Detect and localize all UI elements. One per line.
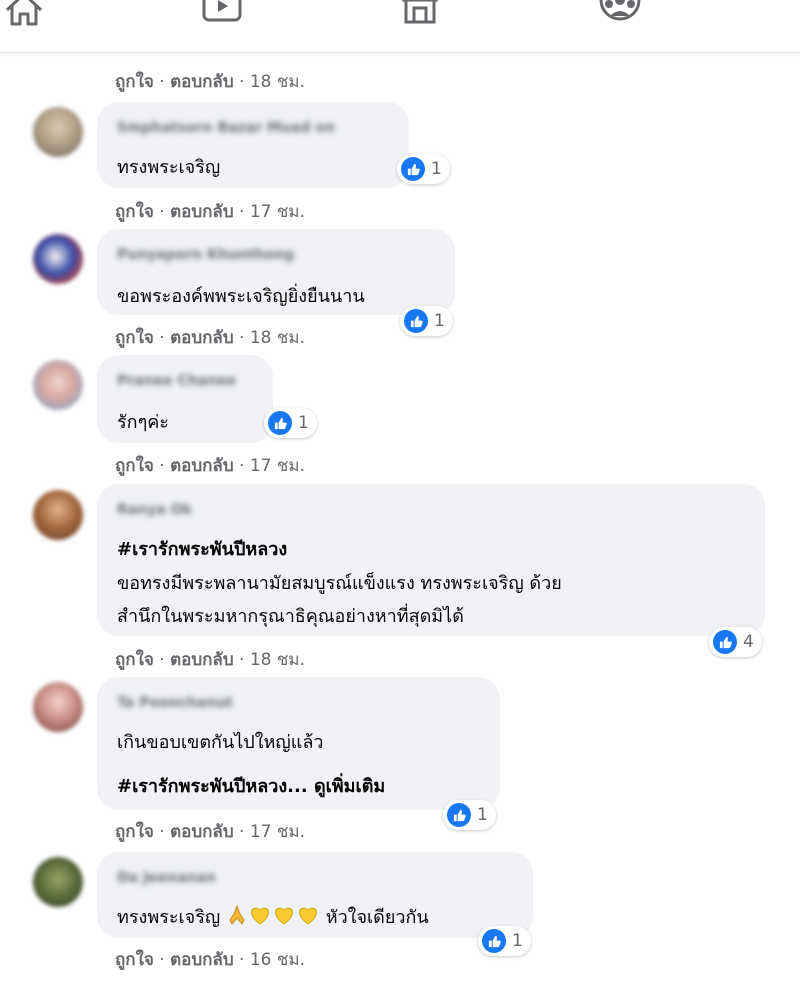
timestamp[interactable]: 18 ชม. [250, 328, 305, 348]
reaction-count[interactable]: 1 [478, 926, 531, 956]
like-reaction-icon [713, 630, 737, 654]
comment-bubble: Punyaporn Khunthong ขอพระองค์พพระเจริญยิ… [97, 229, 455, 315]
timestamp[interactable]: 17 ชม. [250, 202, 305, 222]
comment-bubble: Pranee Chanee รักๆค่ะ [97, 355, 273, 443]
like-link[interactable]: ถูกใจ [115, 72, 154, 92]
commenter-name[interactable]: Pranee Chanee [117, 373, 236, 389]
reply-link[interactable]: ตอบกลับ [170, 650, 234, 670]
reaction-count[interactable]: 1 [264, 408, 317, 438]
hashtag-link[interactable]: #เรารักพระพันปีหลวง... [117, 776, 308, 797]
hashtag-link[interactable]: #เรารักพระพันปีหลวง [117, 534, 287, 563]
comment-bubble: Ta Poonchanut เกินขอบเขตกันไปใหญ่แล้ว #เ… [97, 677, 500, 810]
timestamp[interactable]: 18 ชม. [250, 650, 305, 670]
comment-bubble: Da Jeenanan ทรงพระเจริญ หัวใจเดียวกัน [97, 852, 533, 938]
timestamp[interactable]: 18 ชม. [250, 72, 305, 92]
avatar[interactable] [33, 234, 83, 284]
reply-link[interactable]: ตอบกลับ [170, 202, 234, 222]
avatar[interactable] [33, 857, 83, 907]
like-link[interactable]: ถูกใจ [115, 822, 154, 842]
comment-actions: ถูกใจ · ตอบกลับ · 18 ชม. [115, 72, 306, 92]
comment-text: สำนึกในพระมหากรุณาธิคุณอย่างหาที่สุดมิได… [117, 606, 464, 627]
commenter-name[interactable]: Ta Poonchanut [117, 695, 233, 711]
home-icon[interactable] [2, 0, 46, 30]
reply-link[interactable]: ตอบกลับ [170, 456, 234, 476]
comment-text: #เรารักพระพันปีหลวง... ดูเพิ่มเติม [117, 771, 385, 800]
comment-text: ขอทรงมีพระพลานามัยสมบูรณ์แข็งแรง ทรงพระเ… [117, 573, 562, 594]
reaction-count[interactable]: 1 [400, 306, 453, 336]
comment-actions: ถูกใจ · ตอบกลับ · 17 ชม. [115, 456, 306, 476]
comments-feed: ถูกใจ · ตอบกลับ · 18 ชม. Smphatsorn Baza… [0, 52, 800, 1000]
reaction-count[interactable]: 1 [443, 800, 496, 830]
like-link[interactable]: ถูกใจ [115, 950, 154, 970]
comment-actions: ถูกใจ · ตอบกลับ · 16 ชม. [115, 950, 306, 970]
reply-link[interactable]: ตอบกลับ [170, 328, 234, 348]
see-more-link[interactable]: ดูเพิ่มเติม [314, 776, 385, 797]
timestamp[interactable]: 17 ชม. [250, 456, 305, 476]
like-reaction-icon [482, 929, 506, 953]
timestamp[interactable]: 16 ชม. [250, 950, 305, 970]
marketplace-icon[interactable] [398, 0, 442, 30]
reply-link[interactable]: ตอบกลับ [170, 950, 234, 970]
like-link[interactable]: ถูกใจ [115, 456, 154, 476]
avatar[interactable] [33, 107, 83, 157]
comment-actions: ถูกใจ · ตอบกลับ · 18 ชม. [115, 650, 306, 670]
avatar[interactable] [33, 360, 83, 410]
commenter-name[interactable]: Da Jeenanan [117, 870, 216, 886]
timestamp[interactable]: 17 ชม. [250, 822, 305, 842]
watch-icon[interactable] [200, 0, 244, 30]
commenter-name[interactable]: Punyaporn Khunthong [117, 247, 294, 263]
reply-link[interactable]: ตอบกลับ [170, 72, 234, 92]
like-reaction-icon [447, 803, 471, 827]
comment-text: ขอพระองค์พพระเจริญยิ่งยืนนาน [117, 286, 365, 307]
yellow-heart-icon [248, 904, 272, 931]
comment-bubble: Ranya Ok #เรารักพระพันปีหลวง ขอทรงมีพระพ… [97, 484, 765, 636]
avatar[interactable] [33, 682, 83, 732]
folded-hands-icon [226, 904, 248, 931]
like-reaction-icon [268, 411, 292, 435]
comment-text: เกินขอบเขตกันไปใหญ่แล้ว [117, 732, 324, 753]
yellow-heart-icon [296, 904, 320, 931]
comment-bubble: Smphatsorn Bazar Muad on ทรงพระเจริญ [97, 102, 409, 188]
reaction-count[interactable]: 1 [397, 154, 450, 184]
like-link[interactable]: ถูกใจ [115, 650, 154, 670]
like-reaction-icon [404, 309, 428, 333]
comment-text: ทรงพระเจริญ หัวใจเดียวกัน [117, 902, 429, 931]
comment-text: รักๆค่ะ [117, 412, 169, 433]
commenter-name[interactable]: Smphatsorn Bazar Muad on [117, 120, 335, 136]
yellow-heart-icon [272, 904, 296, 931]
comment-actions: ถูกใจ · ตอบกลับ · 17 ชม. [115, 822, 306, 842]
comment-actions: ถูกใจ · ตอบกลับ · 18 ชม. [115, 328, 306, 348]
like-link[interactable]: ถูกใจ [115, 328, 154, 348]
reaction-count[interactable]: 4 [709, 627, 762, 657]
like-reaction-icon [401, 157, 425, 181]
groups-icon[interactable] [598, 0, 642, 30]
commenter-name[interactable]: Ranya Ok [117, 502, 192, 518]
top-navigation-bar [0, 0, 800, 53]
like-link[interactable]: ถูกใจ [115, 202, 154, 222]
reply-link[interactable]: ตอบกลับ [170, 822, 234, 842]
comment-actions: ถูกใจ · ตอบกลับ · 17 ชม. [115, 202, 306, 222]
comment-text: ทรงพระเจริญ [117, 157, 221, 178]
avatar[interactable] [33, 490, 83, 540]
